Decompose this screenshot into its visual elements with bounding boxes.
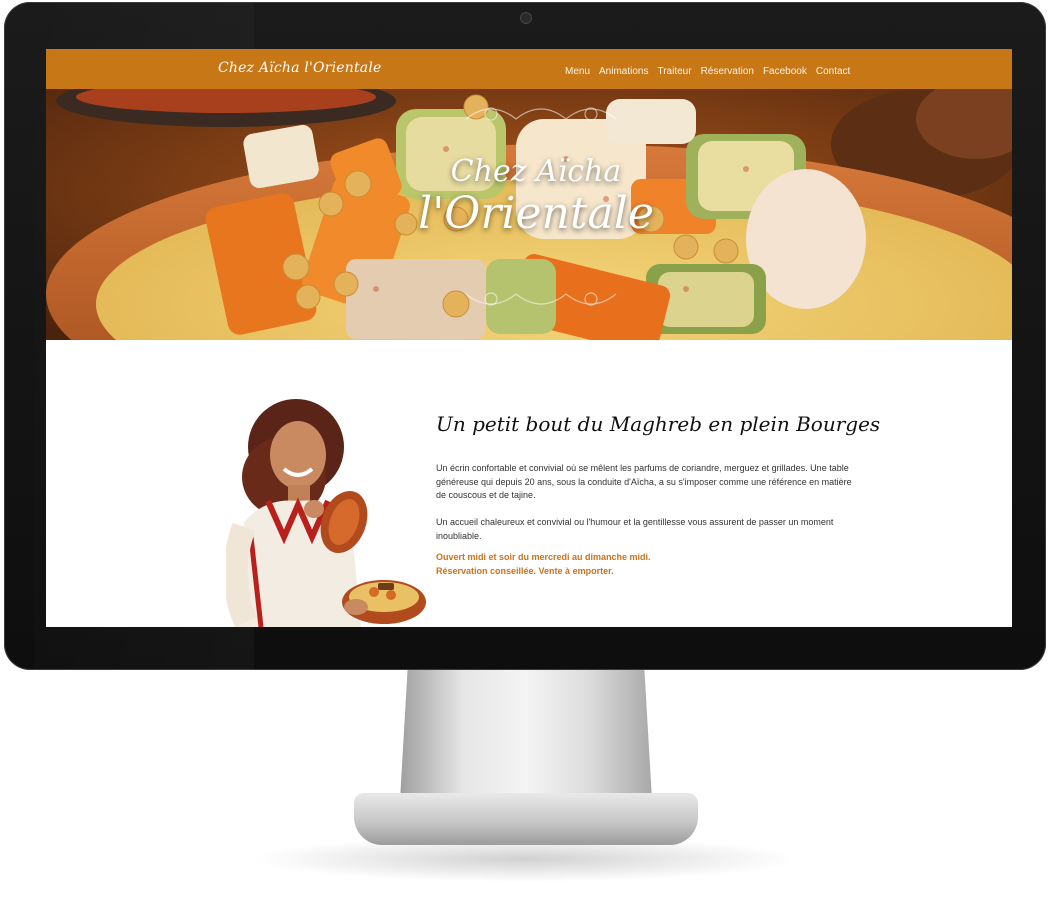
nav-link-traiteur[interactable]: Traiteur [657, 66, 691, 77]
site-logo[interactable]: Chez Aïcha l'Orientale [218, 60, 382, 76]
nav-link-menu[interactable]: Menu [565, 66, 590, 77]
webcam-icon [520, 12, 532, 24]
hero-title-line1: Chez Aïcha [450, 154, 622, 189]
nav-link-reservation[interactable]: Réservation [701, 66, 754, 77]
website-screen: Chez Aïcha l'Orientale Menu Animations T… [46, 49, 1012, 627]
main-menu: Menu Animations Traiteur Réservation Fac… [565, 66, 850, 77]
intro-section: Un petit bout du Maghreb en plein Bourge… [46, 340, 1012, 627]
monitor-stand-neck [400, 670, 652, 800]
nav-link-animations[interactable]: Animations [599, 66, 648, 77]
monitor-stand-base [354, 793, 698, 845]
hero-banner: Chez Aïcha l'Orientale [46, 89, 1012, 340]
monitor-bezel: Chez Aïcha l'Orientale Menu Animations T… [4, 2, 1046, 670]
intro-heading: Un petit bout du Maghreb en plein Bourge… [436, 412, 881, 436]
opening-hours: Ouvert midi et soir du mercredi au diman… [436, 551, 836, 578]
nav-link-facebook[interactable]: Facebook [763, 66, 807, 77]
reservation-info-line: Réservation conseillée. Vente à emporter… [436, 565, 614, 576]
nav-link-contact[interactable]: Contact [816, 66, 850, 77]
intro-paragraph-1: Un écrin confortable et convivial où se … [436, 463, 852, 500]
hero-title: Chez Aïcha l'Orientale [386, 155, 686, 239]
hero-title-line2: l'Orientale [418, 188, 654, 239]
opening-hours-line: Ouvert midi et soir du mercredi au diman… [436, 552, 651, 562]
top-navigation-bar: Chez Aïcha l'Orientale Menu Animations T… [46, 49, 1012, 89]
intro-paragraph-2: Un accueil chaleureux et convivial ou l'… [436, 517, 834, 541]
chef-portrait-image [226, 399, 426, 627]
